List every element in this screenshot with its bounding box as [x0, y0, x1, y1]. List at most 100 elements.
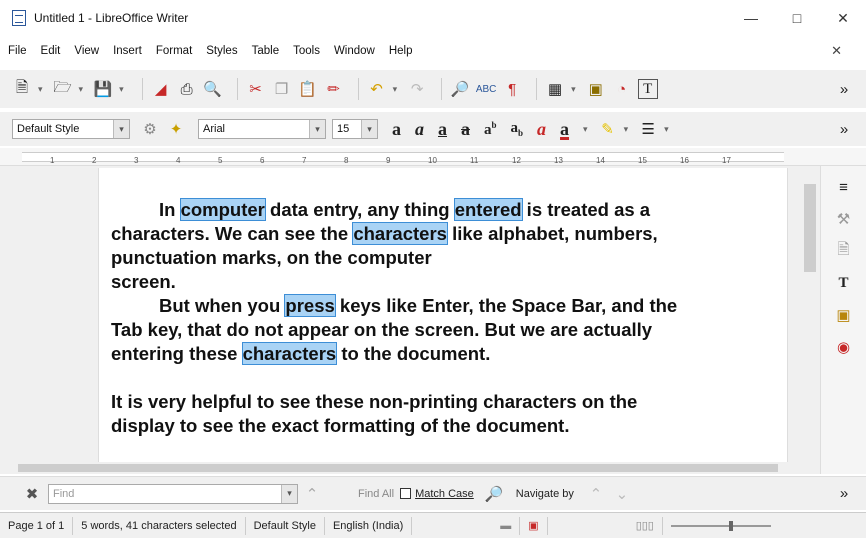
insert-mode-icon[interactable]: ▬ [492, 516, 521, 535]
view-layout-icons[interactable]: ▯▯▯ [628, 516, 663, 535]
document-modified-icon[interactable]: ▣ [520, 516, 548, 535]
new-document-icon[interactable]: 🗎 [12, 79, 32, 99]
print-icon[interactable]: ⎙ [177, 79, 197, 99]
highlight-icon[interactable]: ✎ [598, 119, 618, 139]
text-line[interactable]: entering these characters to the documen… [111, 342, 771, 366]
chevron-down-icon[interactable]: ▾ [113, 120, 129, 138]
page-style[interactable]: Default Style [246, 516, 325, 535]
horizontal-ruler[interactable]: 1 2 3 4 5 6 7 8 9 10 11 12 13 14 15 16 17 [0, 148, 866, 166]
paragraph-style-select[interactable]: Default Style ▾ [12, 119, 130, 139]
styles-icon[interactable]: T [833, 272, 855, 294]
page-count[interactable]: Page 1 of 1 [0, 516, 74, 535]
undo-dropdown-icon[interactable]: ▾ [393, 84, 398, 95]
find-replace-icon[interactable]: 🔎 [484, 484, 504, 504]
clear-formatting-icon[interactable]: a [537, 119, 546, 140]
text-line[interactable]: It is very helpful to see these non-prin… [111, 390, 771, 414]
export-pdf-icon[interactable]: ◢ [151, 79, 171, 99]
sidebar-menu-icon[interactable]: ≡ [833, 176, 855, 198]
menu-styles[interactable]: Styles [206, 45, 237, 57]
close-document-icon[interactable]: ✕ [831, 43, 842, 59]
toolbar-overflow-icon[interactable]: » [834, 79, 854, 99]
menu-tools[interactable]: Tools [293, 45, 320, 57]
font-size-select[interactable]: 15 ▾ [332, 119, 378, 139]
new-dropdown-icon[interactable]: ▾ [38, 84, 43, 95]
chevron-down-icon[interactable]: ▾ [361, 120, 377, 138]
find-input[interactable]: Find ▾ [48, 483, 298, 504]
properties-icon[interactable]: ⚒ [833, 208, 855, 230]
maximize-button[interactable]: □ [774, 0, 820, 36]
find-all-button[interactable]: Find All [358, 488, 394, 500]
paste-icon[interactable]: 📋 [298, 79, 318, 99]
insert-image-icon[interactable]: ▣ [586, 79, 606, 99]
gallery-icon[interactable]: ▣ [833, 304, 855, 326]
chevron-down-icon[interactable]: ▾ [309, 120, 325, 138]
text-line[interactable]: But when you press keys like Enter, the … [111, 294, 771, 318]
text-line[interactable]: In computer data entry, any thing entere… [111, 198, 771, 222]
scrollbar-thumb[interactable] [18, 464, 778, 472]
superscript-icon[interactable]: ab [484, 120, 497, 139]
language[interactable]: English (India) [325, 516, 413, 535]
new-style-icon[interactable]: ✦ [166, 119, 186, 139]
bold-icon[interactable]: a [392, 119, 401, 140]
print-preview-icon[interactable]: 🔍 [203, 79, 223, 99]
menu-format[interactable]: Format [156, 45, 192, 57]
text-line[interactable]: characters. We can see the characters li… [111, 222, 771, 246]
word-count[interactable]: 5 words, 41 characters selected [73, 516, 246, 535]
save-dropdown-icon[interactable]: ▾ [119, 84, 124, 95]
insert-table-icon[interactable]: ▦ [545, 79, 565, 99]
text-line[interactable]: Tab key, that do not appear on the scree… [111, 318, 771, 342]
match-case-label[interactable]: Match Case [415, 488, 474, 500]
document-text[interactable]: In computer data entry, any thing entere… [111, 198, 771, 438]
page-icon[interactable]: 🗎 [833, 240, 855, 262]
text-line[interactable] [111, 366, 771, 390]
open-dropdown-icon[interactable]: ▾ [79, 84, 84, 95]
find-replace-icon[interactable]: 🔎 [450, 79, 470, 99]
font-name-select[interactable]: Arial ▾ [198, 119, 326, 139]
cut-icon[interactable]: ✂ [246, 79, 266, 99]
clone-formatting-icon[interactable]: ✏ [324, 79, 344, 99]
document-page[interactable]: In computer data entry, any thing entere… [98, 168, 788, 462]
navigator-icon[interactable]: ◉ [833, 336, 855, 358]
horizontal-scrollbar[interactable] [0, 462, 820, 474]
list-dropdown-icon[interactable]: ▾ [664, 124, 669, 135]
scrollbar-thumb[interactable] [804, 184, 816, 272]
menu-view[interactable]: View [74, 45, 99, 57]
menu-table[interactable]: Table [252, 45, 280, 57]
menu-help[interactable]: Help [389, 45, 413, 57]
close-find-icon[interactable]: ✖ [22, 484, 42, 504]
zoom-slider[interactable] [670, 520, 771, 531]
strikethrough-icon[interactable]: a [461, 119, 470, 140]
italic-icon[interactable]: a [415, 119, 424, 140]
match-case-checkbox[interactable] [400, 488, 412, 499]
save-icon[interactable]: 💾 [93, 79, 113, 99]
vertical-scrollbar[interactable] [800, 166, 820, 462]
toolbar-overflow-icon[interactable]: » [834, 119, 854, 139]
bullet-list-icon[interactable]: ☰ [638, 119, 658, 139]
formatting-marks-icon[interactable]: ¶ [502, 79, 522, 99]
minimize-button[interactable]: — [728, 0, 774, 36]
close-window-button[interactable]: ✕ [820, 0, 866, 36]
font-color-icon[interactable]: a [560, 119, 569, 140]
font-color-dropdown-icon[interactable]: ▾ [583, 124, 588, 135]
toolbar-overflow-icon[interactable]: » [834, 484, 854, 504]
menu-file[interactable]: File [8, 45, 27, 57]
undo-icon[interactable]: ↶ [367, 79, 387, 99]
text-line[interactable]: screen. [111, 270, 771, 294]
find-previous-icon[interactable]: ⌃ [302, 484, 322, 504]
insert-chart-icon[interactable]: ◔ [612, 79, 632, 99]
navigate-up-icon[interactable]: ⌃ [586, 484, 606, 504]
navigate-down-icon[interactable]: ⌄ [612, 484, 632, 504]
underline-icon[interactable]: a [438, 119, 447, 140]
menu-insert[interactable]: Insert [113, 45, 142, 57]
redo-icon[interactable]: ↷ [407, 79, 427, 99]
table-dropdown-icon[interactable]: ▾ [571, 84, 576, 95]
insert-textbox-icon[interactable]: T [637, 79, 658, 99]
document-area[interactable]: In computer data entry, any thing entere… [0, 166, 820, 462]
spelling-icon[interactable]: ABC [476, 79, 497, 99]
menu-edit[interactable]: Edit [41, 45, 61, 57]
menu-window[interactable]: Window [334, 45, 375, 57]
copy-icon[interactable]: ❐ [272, 79, 292, 99]
text-line[interactable]: display to see the exact formatting of t… [111, 414, 771, 438]
chevron-down-icon[interactable]: ▾ [281, 484, 297, 503]
update-style-icon[interactable]: ⚙ [140, 119, 160, 139]
